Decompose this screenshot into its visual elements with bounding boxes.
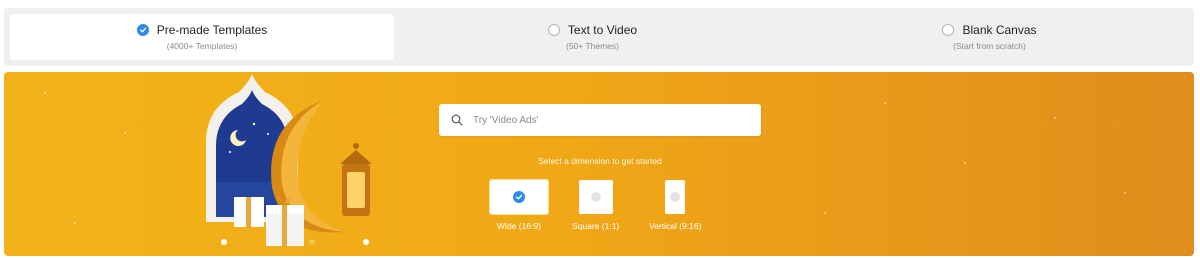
dimension-vertical-box — [665, 180, 686, 214]
search-bar[interactable] — [439, 104, 761, 136]
creation-mode-tabs: Pre-made Templates (4000+ Templates) Tex… — [4, 8, 1194, 66]
radio-icon — [547, 24, 560, 36]
ramadan-illustration — [206, 74, 372, 246]
tab-title: Pre-made Templates — [156, 23, 268, 37]
search-icon — [451, 114, 463, 126]
dimension-label: Square (1:1) — [572, 221, 620, 231]
dimension-wide[interactable]: Wide (16:9) — [490, 180, 548, 231]
sparkle — [884, 102, 886, 104]
tab-premade-templates[interactable]: Pre-made Templates (4000+ Templates) — [10, 14, 394, 60]
sparkle — [124, 132, 126, 134]
dimension-label: Vertical (9:16) — [649, 221, 702, 231]
radio-icon — [942, 24, 955, 36]
dimension-wide-box — [490, 180, 548, 214]
tab-subtitle: (Start from scratch) — [953, 41, 1026, 51]
tab-title: Blank Canvas — [962, 23, 1037, 37]
sparkle — [44, 92, 46, 94]
tab-subtitle: (50+ Themes) — [566, 41, 619, 51]
check-icon — [513, 191, 525, 203]
sparkle — [1124, 192, 1126, 194]
search-input[interactable] — [473, 114, 743, 126]
radio-dot-icon — [590, 192, 601, 202]
checked-radio-icon — [136, 24, 149, 36]
radio-dot-icon — [670, 192, 681, 202]
dimension-prompt: Select a dimension to get started — [538, 156, 662, 166]
dimension-square[interactable]: Square (1:1) — [572, 180, 619, 231]
sparkle — [964, 162, 966, 164]
tab-blank-canvas[interactable]: Blank Canvas (Start from scratch) — [791, 14, 1188, 60]
sparkle — [74, 222, 76, 224]
sparkle — [824, 212, 826, 214]
tab-subtitle: (4000+ Templates) — [166, 41, 238, 51]
template-banner: Select a dimension to get started Wide (… — [4, 72, 1194, 256]
sparkle — [1054, 117, 1056, 119]
dimension-label: Wide (16:9) — [497, 221, 541, 231]
tab-text-to-video[interactable]: Text to Video (50+ Themes) — [394, 14, 791, 60]
dimension-vertical[interactable]: Vertical (9:16) — [649, 180, 701, 231]
tab-title: Text to Video — [567, 23, 638, 37]
dimension-square-box — [578, 180, 613, 214]
